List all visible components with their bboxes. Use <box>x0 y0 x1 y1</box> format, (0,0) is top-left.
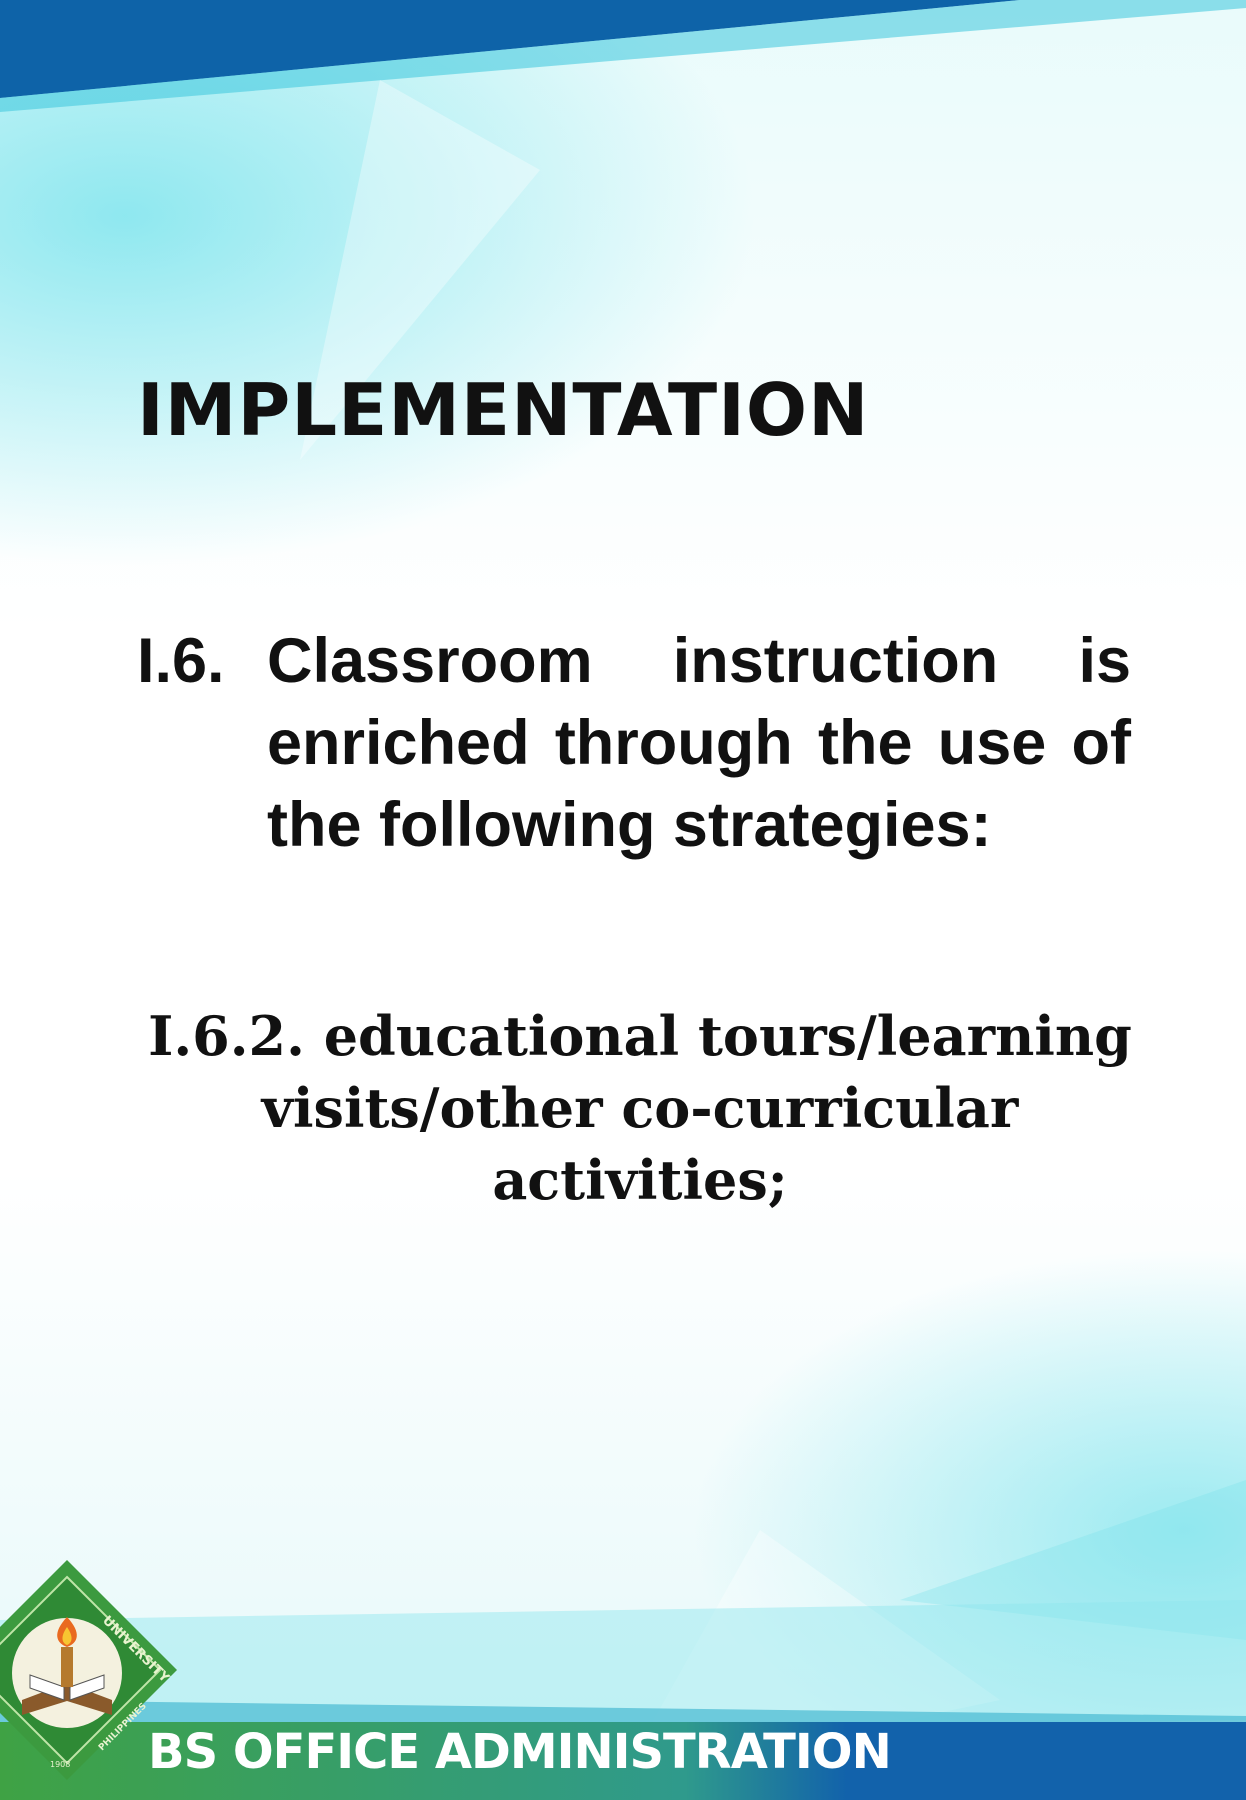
implementation-item: I.6. Classroom instruction is enriched th… <box>137 620 1131 866</box>
slide: IMPLEMENTATION I.6. Classroom instruction… <box>0 0 1246 1800</box>
item-text: Classroom instruction is enriched throug… <box>267 626 1131 860</box>
implementation-subitem: I.6.2. educational tours/learning visits… <box>148 1004 1132 1212</box>
seal-text-year: 1908 <box>50 1760 70 1769</box>
footer-program-name: BS OFFICE ADMINISTRATION <box>148 1724 892 1780</box>
item-number: I.6. <box>137 626 225 696</box>
background-graphic <box>0 0 1246 1800</box>
page-title: IMPLEMENTATION <box>137 368 870 452</box>
